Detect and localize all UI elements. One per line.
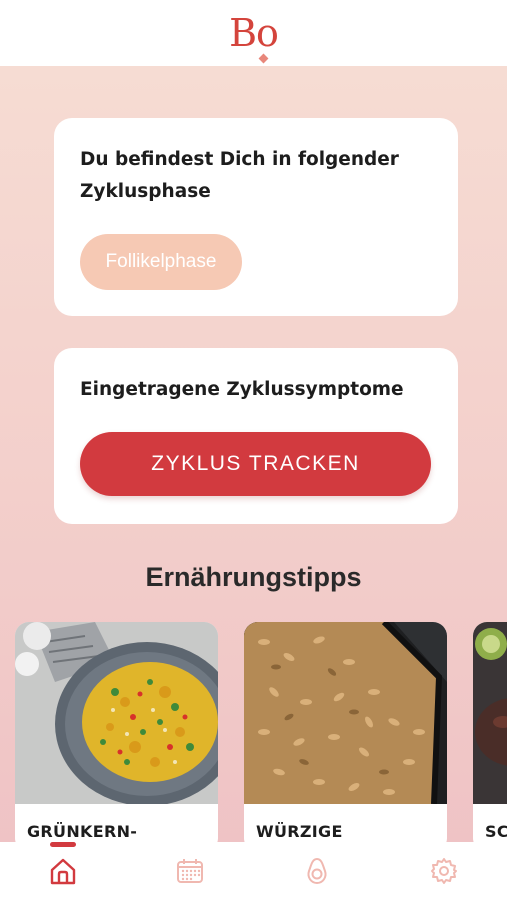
- recipe-title: SC: [485, 822, 507, 841]
- active-tab-indicator: [50, 842, 77, 847]
- symptoms-card: Eingetragene Zyklussymptome ZYKLUS TRACK…: [54, 348, 458, 524]
- cycle-phase-title: Du befindest Dich in folgender Zykluspha…: [80, 149, 399, 202]
- recipe-title: WÜRZIGE: [256, 822, 343, 841]
- recipe-card[interactable]: GRÜNKERN-: [15, 622, 218, 842]
- cycle-phase-badge: Follikelphase: [80, 234, 242, 290]
- avocado-icon: [307, 857, 327, 885]
- main-content[interactable]: Du befindest Dich in folgender Zykluspha…: [0, 66, 507, 842]
- settings-icon: [430, 858, 457, 884]
- recipe-card[interactable]: WÜRZIGE: [244, 622, 447, 842]
- recipe-carousel[interactable]: GRÜNKERN- WÜRZIGE SC: [15, 622, 507, 842]
- bottom-navigation: [0, 842, 507, 900]
- track-cycle-button[interactable]: ZYKLUS TRACKEN: [80, 432, 431, 496]
- nav-calendar[interactable]: [150, 842, 230, 900]
- roasted-seeds-tray-image: [244, 622, 447, 804]
- calendar-icon: [177, 859, 204, 883]
- nav-settings[interactable]: [404, 842, 484, 900]
- symptoms-title: Eingetragene Zyklussymptome: [80, 379, 404, 400]
- curry-rice-dish-image: [15, 622, 218, 804]
- home-icon: [51, 858, 76, 885]
- brand-logo: Bo: [229, 14, 279, 64]
- nutrition-section-title: Ernährungstipps: [145, 562, 362, 592]
- app-header: Bo: [0, 0, 507, 66]
- logo-diamond: [258, 53, 268, 64]
- recipe-title: GRÜNKERN-: [27, 822, 138, 841]
- nav-nutrition[interactable]: [277, 842, 357, 900]
- cycle-phase-card: Du befindest Dich in folgender Zykluspha…: [54, 118, 458, 316]
- recipe-card[interactable]: SC: [473, 622, 507, 842]
- dates-bowl-image: [473, 622, 507, 804]
- nav-home[interactable]: [23, 842, 103, 900]
